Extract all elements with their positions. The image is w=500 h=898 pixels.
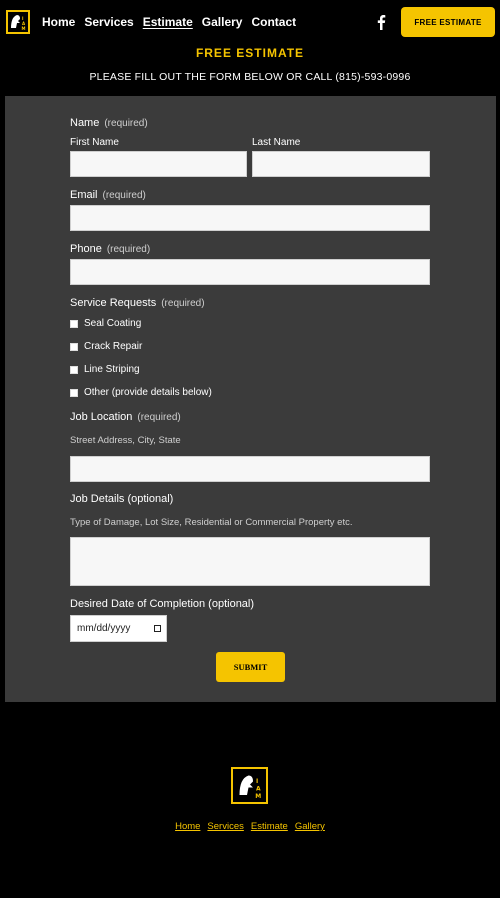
job-location-label: Job Location (required): [70, 411, 181, 423]
email-label: Email (required): [70, 189, 146, 201]
nav-gallery[interactable]: Gallery: [202, 15, 243, 29]
checkbox[interactable]: [70, 365, 78, 374]
site-logo[interactable]: I A M: [6, 10, 30, 34]
facebook-icon[interactable]: [375, 14, 387, 30]
footer-link-services[interactable]: Services: [207, 821, 243, 832]
date-placeholder: mm/dd/yyyy: [77, 623, 131, 634]
main-nav: Home Services Estimate Gallery Contact: [42, 15, 296, 29]
required-tag: (required): [104, 118, 148, 129]
required-tag: (required): [102, 190, 146, 201]
nav-contact[interactable]: Contact: [251, 15, 296, 29]
service-option-line-striping[interactable]: Line Striping: [70, 364, 140, 375]
completion-date-input[interactable]: mm/dd/yyyy: [70, 615, 167, 642]
checkbox[interactable]: [70, 319, 78, 328]
name-label: Name (required): [70, 117, 148, 129]
footer-link-home[interactable]: Home: [175, 821, 200, 832]
job-details-label: Job Details (optional): [70, 493, 174, 505]
service-requests-label: Service Requests (required): [70, 297, 205, 309]
last-name-label: Last Name: [252, 137, 301, 148]
estimate-form-panel: [5, 96, 496, 702]
service-option-crack-repair[interactable]: Crack Repair: [70, 341, 142, 352]
footer-logo[interactable]: I A M: [231, 767, 268, 804]
free-estimate-button[interactable]: FREE ESTIMATE: [401, 7, 495, 37]
submit-button[interactable]: SUBMIT: [216, 652, 285, 682]
job-location-input[interactable]: [70, 456, 430, 482]
svg-text:M: M: [22, 26, 26, 31]
first-name-input[interactable]: [70, 151, 247, 177]
page-subtitle: PLEASE FILL OUT THE FORM BELOW OR CALL (…: [89, 71, 411, 83]
phone-label: Phone (required): [70, 243, 151, 255]
nav-estimate[interactable]: Estimate: [143, 15, 193, 29]
job-location-hint: Street Address, City, State: [70, 435, 181, 446]
calendar-icon[interactable]: [154, 625, 161, 632]
job-details-hint: Type of Damage, Lot Size, Residential or…: [70, 517, 353, 528]
nav-services[interactable]: Services: [84, 15, 133, 29]
email-input[interactable]: [70, 205, 430, 231]
required-tag: (required): [106, 244, 151, 255]
footer-link-gallery[interactable]: Gallery: [295, 821, 325, 832]
first-name-label: First Name: [70, 137, 119, 148]
svg-text:I: I: [256, 778, 258, 785]
checkbox[interactable]: [70, 388, 78, 397]
svg-text:M: M: [255, 793, 261, 800]
required-tag: (required): [137, 412, 181, 423]
completion-date-label: Desired Date of Completion (optional): [70, 598, 255, 610]
required-tag: (required): [161, 298, 205, 309]
last-name-input[interactable]: [252, 151, 430, 177]
footer-link-estimate[interactable]: Estimate: [251, 821, 288, 832]
page-title: FREE ESTIMATE: [195, 46, 305, 60]
site-header: I A M Home Services Estimate Gallery Con…: [0, 0, 500, 44]
svg-text:A: A: [256, 785, 261, 792]
phone-input[interactable]: [70, 259, 430, 285]
service-option-other[interactable]: Other (provide details below): [70, 387, 212, 398]
job-details-textarea[interactable]: [70, 537, 430, 586]
logo-icon: I A M: [239, 775, 261, 800]
nav-home[interactable]: Home: [42, 15, 75, 29]
footer-nav: Home Services Estimate Gallery: [0, 821, 500, 832]
service-option-seal-coating[interactable]: Seal Coating: [70, 318, 141, 329]
checkbox[interactable]: [70, 342, 78, 351]
logo-icon: I A M: [11, 15, 26, 31]
